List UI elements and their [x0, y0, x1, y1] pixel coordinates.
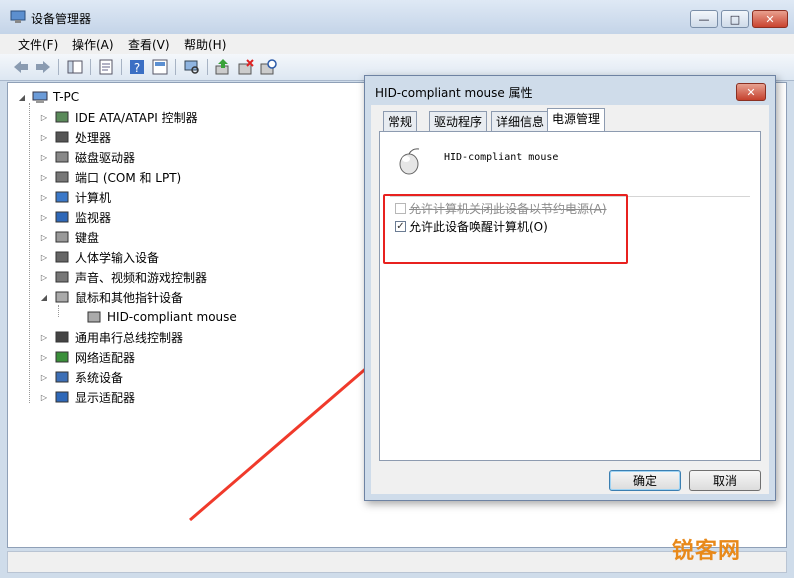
watermark: 锐客网 — [672, 539, 742, 564]
mouse-icon — [399, 148, 420, 175]
device-name: HID-compliant mouse — [444, 152, 559, 163]
dialog-close-button[interactable]: ✕ — [736, 83, 766, 101]
power-management-panel: HID-compliant mouse 允许计算机关闭此设备以节约电源(A) ✓… — [379, 131, 761, 461]
highlight-box — [383, 194, 628, 264]
cancel-button[interactable]: 取消 — [689, 470, 761, 491]
properties-dialog: HID-compliant mouse 属性 ✕ 常规 驱动程序 详细信息 电源… — [364, 75, 776, 501]
tab-driver[interactable]: 驱动程序 — [429, 111, 488, 131]
dialog-body: 常规 驱动程序 详细信息 电源管理 HID-compliant mouse 允许… — [371, 105, 769, 494]
ok-button[interactable]: 确定 — [609, 470, 681, 491]
tab-general[interactable]: 常规 — [383, 111, 418, 131]
tab-power-management[interactable]: 电源管理 — [547, 108, 606, 132]
dialog-title: HID-compliant mouse 属性 — [375, 86, 533, 100]
tab-details[interactable]: 详细信息 — [491, 111, 550, 131]
